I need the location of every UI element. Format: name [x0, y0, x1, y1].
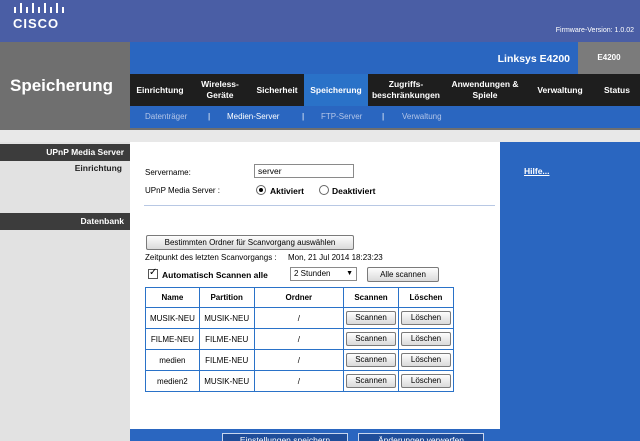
table-row: medien FILME-NEU / Scannen Löschen: [145, 349, 454, 371]
select-folder-button[interactable]: Bestimmten Ordner für Scanvorgang auswäh…: [146, 235, 354, 250]
form-divider: [144, 205, 495, 206]
tab-verwaltung[interactable]: Verwaltung: [526, 74, 594, 106]
cisco-logo: CISCO: [12, 1, 76, 31]
autoscan-label: Automatisch Scannen alle: [162, 270, 268, 280]
scan-interval-value: 2 Stunden: [294, 269, 331, 278]
firmware-value: 1.0.02: [614, 27, 634, 34]
firmware-label: Firmware-Version:: [555, 27, 613, 34]
upnp-enabled-label: Aktiviert: [270, 186, 305, 196]
cell-partition: FILME-NEU: [198, 328, 255, 350]
delete-button[interactable]: Löschen: [401, 311, 451, 325]
divider-strip: [0, 130, 640, 142]
cell-folder: /: [253, 349, 345, 371]
cell-delete: Löschen: [398, 370, 454, 392]
table-row: MUSIK-NEU MUSIK-NEU / Scannen Löschen: [145, 307, 454, 329]
sidebar-subheading-einrichtung: Einrichtung: [74, 163, 122, 173]
last-scan-value: Mon, 21 Jul 2014 18:23:23: [288, 253, 383, 262]
main-nav: Einrichtung Wireless- Geräte Sicherheit …: [130, 74, 640, 106]
tab-einrichtung[interactable]: Einrichtung: [130, 74, 190, 106]
firmware-version: Firmware-Version: 1.0.02: [556, 27, 634, 34]
scan-interval-select[interactable]: 2 Stunden ▼: [290, 267, 357, 281]
cell-delete: Löschen: [398, 349, 454, 371]
content-panel: Servername: server UPnP Media Server : A…: [130, 142, 500, 429]
upnp-disabled-radio[interactable]: [319, 185, 329, 195]
scan-all-button[interactable]: Alle scannen: [367, 267, 439, 282]
discard-changes-button[interactable]: Änderungen verwerfen: [358, 433, 484, 441]
servername-label: Servername:: [145, 168, 191, 177]
cell-name: medien2: [145, 370, 200, 392]
cell-name: MUSIK-NEU: [145, 307, 200, 329]
cell-name: FILME-NEU: [145, 328, 200, 350]
sidebar-heading-upnp: UPnP Media Server: [0, 144, 130, 161]
cell-delete: Löschen: [398, 328, 454, 350]
cell-name: medien: [145, 349, 200, 371]
cell-scan: Scannen: [343, 370, 399, 392]
tab-speicherung[interactable]: Speicherung: [304, 74, 368, 106]
column-header-folder: Ordner: [253, 287, 345, 308]
subtab-verwaltung[interactable]: Verwaltung: [402, 112, 442, 121]
chevron-down-icon: ▼: [346, 270, 353, 277]
cell-partition: FILME-NEU: [198, 349, 255, 371]
cell-partition: MUSIK-NEU: [198, 370, 255, 392]
scan-button[interactable]: Scannen: [346, 311, 397, 325]
cell-scan: Scannen: [343, 328, 399, 350]
cell-folder: /: [253, 307, 345, 329]
column-header-scan: Scannen: [343, 287, 399, 308]
cell-scan: Scannen: [343, 349, 399, 371]
subtab-ftp-server[interactable]: FTP-Server: [321, 112, 362, 121]
table-row: medien2 MUSIK-NEU / Scannen Löschen: [145, 370, 454, 392]
delete-button[interactable]: Löschen: [401, 374, 451, 388]
scan-button[interactable]: Scannen: [346, 332, 397, 346]
top-bar: CISCO Firmware-Version: 1.0.02: [0, 0, 640, 42]
media-folders-table: Name Partition Ordner Scannen Löschen MU…: [145, 287, 454, 392]
scan-button[interactable]: Scannen: [346, 374, 397, 388]
cell-folder: /: [253, 328, 345, 350]
help-link[interactable]: Hilfe...: [524, 166, 550, 176]
product-bar: Linksys E4200 E4200: [130, 42, 640, 74]
subtab-medien-server[interactable]: Medien-Server: [227, 112, 279, 121]
subnav-separator: |: [208, 111, 211, 121]
product-name: Linksys E4200: [497, 53, 570, 65]
help-panel: Hilfe...: [500, 142, 640, 429]
upnp-enabled-radio[interactable]: [256, 185, 266, 195]
left-sidebar: UPnP Media Server Einrichtung Datenbank: [0, 142, 130, 441]
delete-button[interactable]: Löschen: [401, 332, 451, 346]
sidebar-heading-datenbank: Datenbank: [0, 213, 130, 230]
subtab-datentraeger[interactable]: Datenträger: [145, 112, 187, 121]
cell-scan: Scannen: [343, 307, 399, 329]
delete-button[interactable]: Löschen: [401, 353, 451, 367]
scan-button[interactable]: Scannen: [346, 353, 397, 367]
last-scan-label: Zeitpunkt des letzten Scanvorgangs :: [145, 253, 277, 262]
cell-partition: MUSIK-NEU: [198, 307, 255, 329]
table-header-row: Name Partition Ordner Scannen Löschen: [145, 287, 454, 308]
column-header-delete: Löschen: [398, 287, 454, 308]
save-settings-button[interactable]: Einstellungen speichern: [222, 433, 348, 441]
upnp-label: UPnP Media Server :: [145, 186, 220, 195]
column-header-name: Name: [145, 287, 200, 308]
tab-sicherheit[interactable]: Sicherheit: [250, 74, 304, 106]
tab-wireless[interactable]: Wireless- Geräte: [190, 74, 250, 106]
tab-status[interactable]: Status: [594, 74, 640, 106]
cell-folder: /: [253, 370, 345, 392]
column-header-partition: Partition: [198, 287, 255, 308]
upnp-disabled-label: Deaktiviert: [332, 186, 376, 196]
svg-text:CISCO: CISCO: [13, 16, 59, 31]
subnav-separator: |: [382, 111, 385, 121]
model-badge: E4200: [578, 42, 640, 74]
page-title: Speicherung: [10, 76, 113, 95]
autoscan-checkbox[interactable]: [148, 267, 158, 279]
table-row: FILME-NEU FILME-NEU / Scannen Löschen: [145, 328, 454, 350]
sub-nav: Datenträger | Medien-Server | FTP-Server…: [130, 106, 640, 128]
tab-zugriffsbeschraenkungen[interactable]: Zugriffs- beschränkungen: [368, 74, 444, 106]
subnav-separator: |: [302, 111, 305, 121]
cell-delete: Löschen: [398, 307, 454, 329]
bottom-bar: Einstellungen speichern Änderungen verwe…: [130, 429, 640, 441]
tab-anwendungen-spiele[interactable]: Anwendungen & Spiele: [444, 74, 526, 106]
servername-input[interactable]: server: [254, 164, 354, 178]
